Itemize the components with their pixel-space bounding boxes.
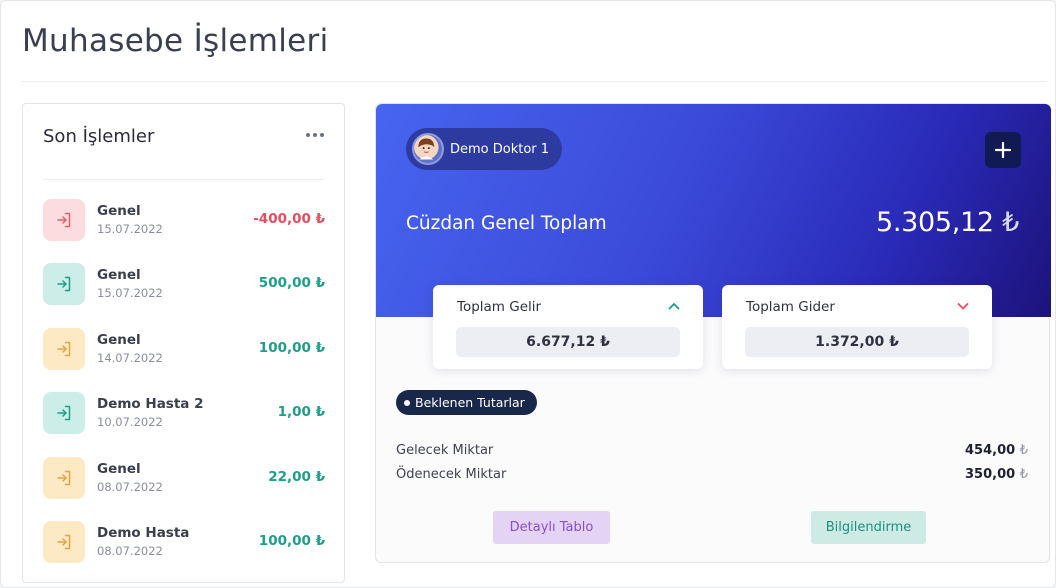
transaction-name: Genel: [97, 267, 141, 284]
total-income-title: Toplam Gelir: [457, 299, 542, 315]
transaction-date: 15.07.2022: [97, 286, 163, 301]
sign-in-icon: [43, 327, 85, 370]
information-button[interactable]: Bilgilendirme: [811, 511, 926, 544]
future-amount-value: 454,00 ₺: [965, 443, 1028, 458]
transaction-row[interactable]: Genel 14.07.2022 100,00 ₺: [43, 327, 325, 392]
total-expense-value: 1.372,00 ₺: [745, 327, 969, 357]
transaction-name: Demo Hasta 2: [97, 396, 204, 413]
transaction-date: 08.07.2022: [97, 543, 163, 558]
total-expense-box[interactable]: Toplam Gider 1.372,00 ₺: [722, 285, 992, 369]
transaction-amount: -400,00 ₺: [253, 211, 325, 227]
transaction-list: Genel 15.07.2022 -400,00 ₺ Genel 15.07.2…: [43, 199, 325, 585]
avatar: [412, 133, 444, 165]
wallet-total-label: Cüzdan Genel Toplam: [406, 213, 607, 234]
transaction-row[interactable]: Genel 08.07.2022 22,00 ₺: [43, 456, 325, 521]
transaction-name: Demo Hasta: [97, 524, 190, 541]
future-amount-label: Gelecek Miktar: [396, 443, 494, 458]
transaction-name: Genel: [97, 203, 141, 219]
detailed-table-button[interactable]: Detaylı Tablo: [493, 511, 610, 544]
currency-symbol: ₺: [1019, 467, 1028, 482]
add-transaction-button[interactable]: [985, 132, 1021, 168]
title-divider: [22, 81, 1047, 82]
total-expense-title: Toplam Gider: [746, 299, 835, 315]
sign-in-icon: [43, 520, 85, 563]
transaction-amount: 100,00 ₺: [258, 532, 325, 549]
transaction-row[interactable]: Demo Hasta 2 10.07.2022 1,00 ₺: [43, 392, 325, 456]
transaction-amount: 1,00 ₺: [277, 404, 325, 421]
badge-dot: [404, 399, 410, 406]
chevron-up-icon: [668, 303, 680, 310]
sign-in-icon: [43, 263, 85, 306]
transaction-date: 10.07.2022: [97, 415, 163, 430]
transaction-date: 15.07.2022: [97, 222, 163, 236]
sign-in-icon: [43, 199, 85, 241]
payable-amount-number: 350,00: [965, 467, 1016, 482]
transaction-name: Genel: [97, 460, 141, 477]
card-divider: [43, 179, 324, 180]
transaction-amount: 22,00 ₺: [268, 468, 325, 485]
wallet-card: Demo Doktor 1 Cüzdan Genel Toplam 5.305,…: [375, 103, 1051, 563]
more-options-icon[interactable]: [304, 126, 326, 144]
payable-amount-value: 350,00 ₺: [965, 467, 1028, 482]
total-income-box[interactable]: Toplam Gelir 6.677,12 ₺: [433, 285, 703, 369]
transaction-row[interactable]: Genel 15.07.2022 -400,00 ₺: [43, 199, 325, 263]
payable-amount-row: Ödenecek Miktar 350,00 ₺: [396, 467, 1028, 485]
plus-icon: [994, 141, 1012, 159]
doctor-name: Demo Doktor 1: [450, 141, 550, 157]
currency-symbol: ₺: [1019, 443, 1028, 458]
sign-in-icon: [43, 456, 85, 499]
transaction-amount: 500,00 ₺: [258, 275, 325, 292]
wallet-total-value: 5.305,12 ₺: [876, 207, 1019, 238]
recent-transactions-card: Son İşlemler Genel 15.07.2022 -400,00 ₺ …: [22, 103, 345, 583]
transaction-date: 14.07.2022: [97, 350, 163, 365]
pending-amounts-badge[interactable]: Beklenen Tutarlar: [396, 390, 537, 415]
chevron-down-icon: [957, 303, 969, 310]
pending-amounts-label: Beklenen Tutarlar: [415, 395, 525, 410]
payable-amount-label: Ödenecek Miktar: [396, 467, 507, 482]
future-amount-number: 454,00: [965, 443, 1016, 458]
doctor-selector[interactable]: Demo Doktor 1: [406, 128, 563, 170]
transaction-name: Genel: [97, 331, 141, 348]
transaction-row[interactable]: Genel 15.07.2022 500,00 ₺: [43, 263, 325, 327]
transaction-date: 08.07.2022: [97, 479, 163, 494]
sign-in-icon: [43, 392, 85, 435]
wallet-total-amount: 5.305,12: [875, 207, 994, 238]
page-title: Muhasebe İşlemleri: [22, 23, 329, 59]
wallet-currency: ₺: [1002, 207, 1019, 238]
transaction-amount: 100,00 ₺: [258, 339, 325, 356]
transaction-row[interactable]: Demo Hasta 08.07.2022 100,00 ₺: [43, 520, 325, 585]
future-amount-row: Gelecek Miktar 454,00 ₺: [396, 443, 1028, 461]
page-frame: Muhasebe İşlemleri Son İşlemler Genel 15…: [0, 0, 1056, 588]
total-income-value: 6.677,12 ₺: [456, 327, 680, 357]
recent-transactions-title: Son İşlemler: [43, 126, 155, 147]
